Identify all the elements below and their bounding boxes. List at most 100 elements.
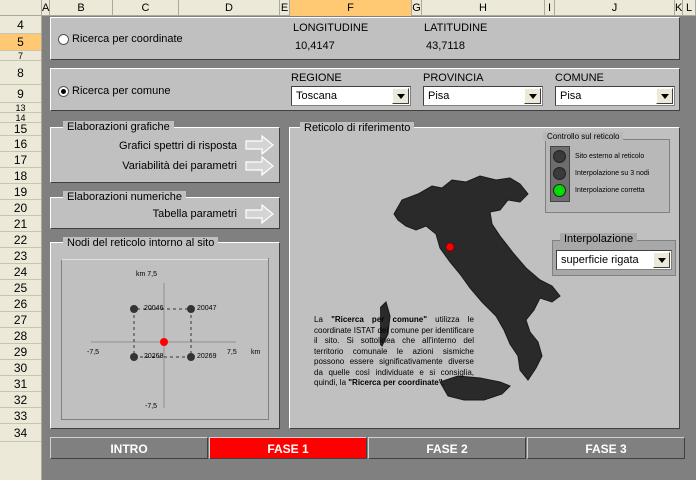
note-text-end: . (442, 378, 445, 387)
response-spectra-link[interactable]: Grafici spettri di risposta (119, 140, 237, 152)
row-header[interactable]: 16 (0, 136, 41, 152)
interpolation-title: Interpolazione (560, 233, 638, 245)
node-label-20047: 20047 (197, 305, 217, 312)
reference-grid-panel: Reticolo di riferimento Controllo sul re… (289, 122, 680, 429)
coordinate-search-radio[interactable] (58, 34, 69, 45)
interpolation-value: superficie rigata (561, 254, 639, 266)
column-header[interactable]: H (422, 0, 545, 16)
row-header-selected[interactable]: 5 (0, 34, 41, 51)
arrow-right-icon[interactable] (245, 135, 275, 155)
row-header[interactable]: 15 (0, 123, 41, 136)
row-header[interactable]: 24 (0, 264, 41, 280)
municipality-search-label: Ricerca per comune (72, 85, 171, 97)
interpolation-dropdown[interactable]: superficie rigata (556, 250, 672, 270)
chevron-down-icon[interactable] (524, 88, 541, 104)
column-header[interactable]: K (675, 0, 683, 16)
latitude-label: LATITUDINE (424, 22, 488, 34)
chevron-down-icon[interactable] (392, 88, 409, 104)
row-header[interactable]: 27 (0, 312, 41, 328)
column-header[interactable]: I (545, 0, 555, 16)
municipality-search-panel: Ricerca per comune REGIONE Toscana PROVI… (50, 68, 680, 111)
axis-km-right: km (251, 349, 261, 356)
reference-grid-title: Reticolo di riferimento (300, 122, 415, 134)
note-bold-1: "Ricerca per comune" (331, 315, 427, 324)
light-3-nodes-icon (553, 167, 566, 180)
tab-fase-1[interactable]: FASE 1 (209, 437, 367, 459)
row-header[interactable]: 19 (0, 184, 41, 200)
row-header[interactable]: 30 (0, 360, 41, 376)
chevron-down-icon[interactable] (656, 88, 673, 104)
search-note: La "Ricerca per comune" utilizza le coor… (314, 315, 474, 389)
regione-dropdown[interactable]: Toscana (291, 86, 411, 106)
coordinate-search-panel: Ricerca per coordinate LONGITUDINE 10,41… (50, 17, 680, 60)
row-header[interactable]: 9 (0, 85, 41, 103)
row-header[interactable]: 26 (0, 296, 41, 312)
row-header[interactable]: 13 (0, 103, 41, 113)
select-all-corner[interactable] (0, 0, 42, 16)
grid-node-marker (187, 305, 195, 313)
column-header[interactable]: C (113, 0, 179, 16)
row-header[interactable]: 23 (0, 248, 41, 264)
tab-intro[interactable]: INTRO (50, 437, 208, 459)
row-header[interactable]: 28 (0, 328, 41, 344)
column-header-selected[interactable]: F (290, 0, 412, 16)
row-header[interactable]: 7 (0, 51, 41, 61)
numeric-processing-title: Elaborazioni numeriche (63, 191, 186, 203)
municipality-search-radio[interactable] (58, 86, 69, 97)
provincia-label: PROVINCIA (423, 72, 484, 84)
grid-node-marker (130, 353, 138, 361)
row-header[interactable]: 25 (0, 280, 41, 296)
tab-fase-2[interactable]: FASE 2 (368, 437, 526, 459)
grid-nodes-title: Nodi del reticolo intorno al sito (63, 237, 219, 249)
row-header[interactable]: 20 (0, 200, 41, 216)
column-header[interactable]: G (412, 0, 422, 16)
arrow-right-icon[interactable] (245, 156, 275, 176)
column-header[interactable]: J (555, 0, 675, 16)
light-3-nodes-label: Interpolazione su 3 nodi (575, 170, 650, 177)
column-header[interactable]: B (50, 0, 113, 16)
parameter-variability-link[interactable]: Variabilità dei parametri (122, 160, 237, 172)
regione-label: REGIONE (291, 72, 342, 84)
row-header[interactable]: 18 (0, 168, 41, 184)
grid-node-marker (187, 353, 195, 361)
chevron-down-icon[interactable] (653, 252, 670, 268)
longitude-label: LONGITUDINE (293, 22, 369, 34)
row-header[interactable]: 32 (0, 392, 41, 408)
row-header[interactable]: 22 (0, 232, 41, 248)
row-header-bar: 4 5 7 8 9 13 14 15 16 17 18 19 20 21 22 … (0, 16, 42, 480)
provincia-dropdown[interactable]: Pisa (423, 86, 543, 106)
row-header[interactable]: 4 (0, 16, 41, 34)
column-header[interactable]: L (683, 0, 696, 16)
row-header[interactable]: 17 (0, 152, 41, 168)
axis-y-bottom: -7,5 (145, 403, 158, 410)
row-header[interactable]: 29 (0, 344, 41, 360)
column-header[interactable]: E (280, 0, 290, 16)
column-header-bar: A B C D E F G H I J K L (0, 0, 696, 16)
grid-check-title: Controllo sul reticolo (543, 132, 624, 141)
row-header-blank (0, 442, 41, 480)
row-header[interactable]: 21 (0, 216, 41, 232)
axis-x-right: 7,5 (227, 349, 237, 356)
comune-dropdown[interactable]: Pisa (555, 86, 675, 106)
arrow-right-icon[interactable] (245, 204, 275, 224)
site-marker (160, 338, 168, 346)
grid-node-marker (130, 305, 138, 313)
axis-km-top: km 7,5 (136, 271, 158, 278)
column-header[interactable]: D (179, 0, 280, 16)
light-correct-label: Interpolazione corretta (575, 187, 645, 194)
latitude-value[interactable]: 43,7118 (426, 40, 465, 52)
row-header[interactable]: 14 (0, 113, 41, 123)
row-header[interactable]: 33 (0, 408, 41, 424)
row-header[interactable]: 8 (0, 61, 41, 85)
light-outside-icon (553, 150, 566, 163)
column-header[interactable]: A (42, 0, 50, 16)
longitude-value[interactable]: 10,4147 (295, 40, 335, 52)
parameter-table-link[interactable]: Tabella parametri (153, 208, 237, 220)
comune-label: COMUNE (555, 72, 604, 84)
row-header[interactable]: 31 (0, 376, 41, 392)
provincia-value: Pisa (428, 90, 450, 102)
row-header[interactable]: 34 (0, 424, 41, 442)
site-marker-map (445, 242, 455, 252)
note-bold-2: "Ricerca per coordinate" (348, 378, 443, 387)
tab-fase-3[interactable]: FASE 3 (527, 437, 685, 459)
